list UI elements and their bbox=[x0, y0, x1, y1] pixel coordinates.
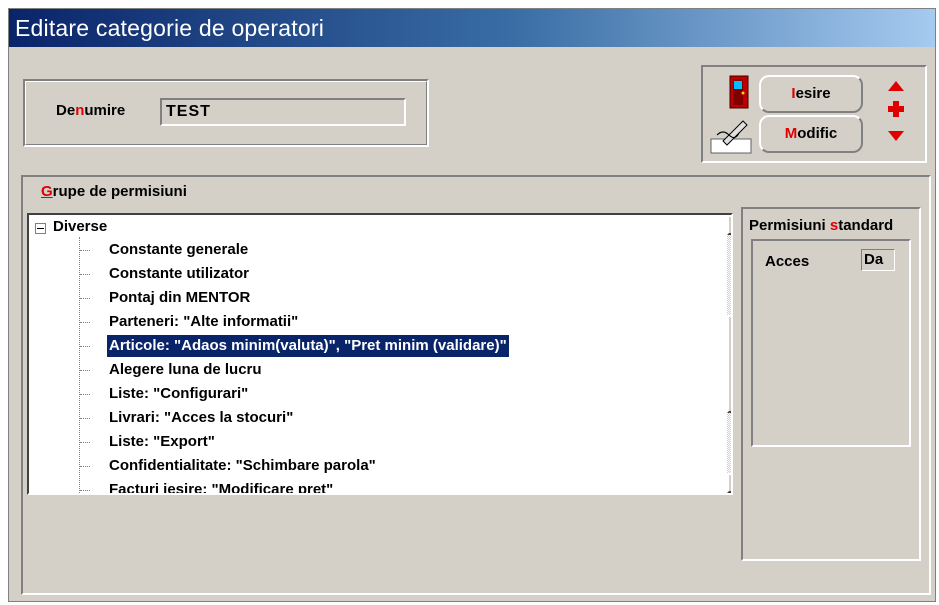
edit-pen-icon bbox=[709, 115, 753, 155]
tree-item[interactable]: Livrari: "Acces la stocuri" bbox=[109, 407, 293, 429]
acces-label: Acces bbox=[765, 253, 810, 270]
tree-item[interactable]: Pontaj din MENTOR bbox=[109, 287, 250, 309]
scroll-down-button[interactable] bbox=[727, 473, 731, 493]
tree-item[interactable]: Facturi iesire: "Modificare pret" bbox=[109, 479, 333, 493]
tree-root-diverse[interactable]: Diverse bbox=[53, 216, 107, 238]
grupe-permisiuni-label: Grupe de permisiuni bbox=[41, 183, 187, 200]
modific-button[interactable]: Modific bbox=[759, 115, 863, 153]
tree-item[interactable]: Parteneri: "Alte informatii" bbox=[109, 311, 298, 333]
permisiuni-standard-panel: Permisiuni standard Acces Da bbox=[741, 207, 921, 561]
permisiuni-standard-list[interactable]: Acces Da bbox=[751, 239, 911, 447]
permisiuni-standard-title: Permisiuni standard bbox=[749, 217, 894, 234]
tree-item[interactable]: Liste: "Export" bbox=[109, 431, 215, 453]
denumire-label: Denumire bbox=[56, 102, 126, 119]
permission-groups-tree[interactable]: Diverse Constante generale Constante util… bbox=[27, 213, 733, 495]
tree-item[interactable]: Alegere luna de lucru bbox=[109, 359, 262, 381]
title-bar: Editare categorie de operatori bbox=[9, 9, 935, 47]
exit-door-icon bbox=[729, 75, 749, 109]
acces-value[interactable]: Da bbox=[861, 249, 895, 271]
collapse-toggle-icon[interactable] bbox=[35, 223, 46, 234]
tree-item[interactable]: Constante utilizator bbox=[109, 263, 249, 285]
move-up-icon[interactable] bbox=[887, 79, 905, 91]
tree-item[interactable]: Constante generale bbox=[109, 239, 248, 261]
move-down-icon[interactable] bbox=[887, 129, 905, 141]
tree-item[interactable]: Confidentialitate: "Schimbare parola" bbox=[109, 455, 376, 477]
action-toolbar: Iesire Modific bbox=[701, 65, 927, 163]
scroll-thumb[interactable] bbox=[727, 315, 731, 413]
tree-item[interactable]: Liste: "Configurari" bbox=[109, 383, 248, 405]
window-title: Editare categorie de operatori bbox=[15, 15, 325, 41]
iesire-button[interactable]: Iesire bbox=[759, 75, 863, 113]
add-plus-icon[interactable] bbox=[888, 101, 904, 117]
vertical-scrollbar[interactable] bbox=[727, 215, 731, 493]
scroll-up-button[interactable] bbox=[727, 215, 731, 235]
tree-item[interactable]: Articole: "Adaos minim(valuta)", "Pret m… bbox=[106, 334, 510, 358]
dialog-window: Editare categorie de operatori Denumire … bbox=[8, 8, 936, 602]
denumire-group: Denumire TEST bbox=[23, 79, 429, 147]
denumire-field[interactable]: TEST bbox=[160, 98, 406, 126]
